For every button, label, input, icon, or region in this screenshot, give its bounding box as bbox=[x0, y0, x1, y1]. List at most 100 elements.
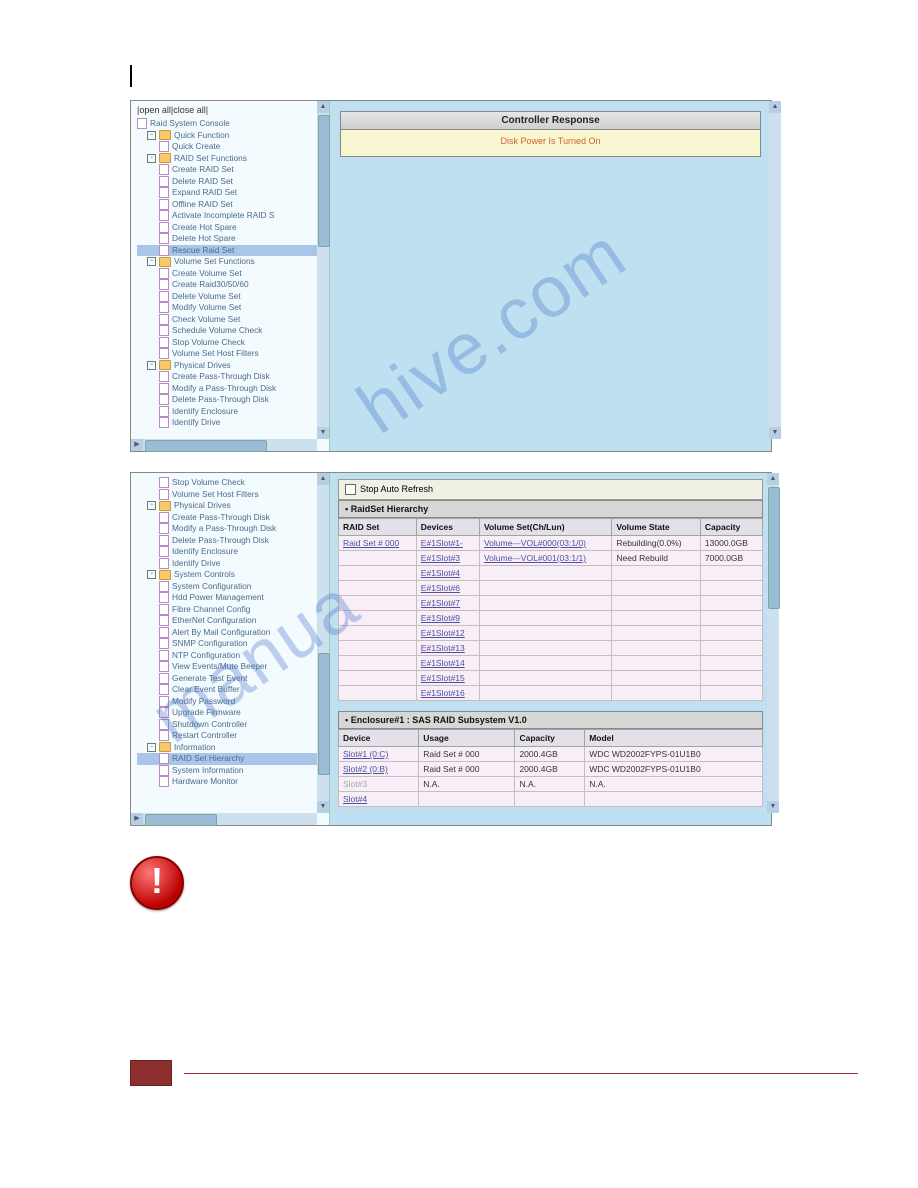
device-link[interactable]: E#1Slot#7 bbox=[421, 598, 460, 608]
tree-item[interactable]: System Configuration bbox=[137, 581, 325, 593]
device-link[interactable]: Slot#1 (0:C) bbox=[343, 749, 388, 759]
tree-item[interactable]: Delete Pass-Through Disk bbox=[137, 535, 325, 547]
collapse-icon[interactable]: − bbox=[147, 154, 156, 163]
collapse-icon[interactable]: − bbox=[147, 743, 156, 752]
tree-item[interactable]: Modify a Pass-Through Disk bbox=[137, 523, 325, 535]
vol-link[interactable]: Volume---VOL#000(03:1/0) bbox=[484, 538, 586, 548]
tree-item[interactable]: Delete Volume Set bbox=[137, 291, 325, 303]
device-link[interactable]: E#1Slot#6 bbox=[421, 583, 460, 593]
tree-item[interactable]: NTP Configuration bbox=[137, 650, 325, 662]
tree-root[interactable]: Raid System Console bbox=[150, 118, 230, 130]
device-link[interactable]: E#1Slot#14 bbox=[421, 658, 465, 668]
tree-item[interactable]: Hardware Monitor bbox=[137, 776, 325, 788]
tree-item[interactable]: Hdd Power Management bbox=[137, 592, 325, 604]
scroll-up-icon[interactable]: ▲ bbox=[769, 101, 781, 113]
device-link[interactable]: E#1Slot#15 bbox=[421, 673, 465, 683]
tree-item[interactable]: Offline RAID Set bbox=[137, 199, 325, 211]
scroll-up-icon[interactable]: ▲ bbox=[767, 473, 779, 485]
content-vscroll[interactable]: ▲ ▼ bbox=[769, 101, 781, 439]
device-link[interactable]: E#1Slot#3 bbox=[421, 553, 460, 563]
tree-item[interactable]: RAID Set Hierarchy bbox=[137, 753, 325, 765]
device-link[interactable]: E#1Slot#1- bbox=[421, 538, 463, 548]
scroll-down-icon[interactable]: ▼ bbox=[767, 801, 779, 813]
vscroll[interactable]: ▲ ▼ bbox=[317, 473, 329, 813]
tree-item[interactable]: Delete Hot Spare bbox=[137, 233, 325, 245]
tree-folder[interactable]: −Volume Set Functions bbox=[137, 256, 325, 268]
tree-item[interactable]: Clear Event Buffer bbox=[137, 684, 325, 696]
tree-folder[interactable]: −Quick Function bbox=[137, 130, 325, 142]
tree-folder[interactable]: −Physical Drives bbox=[137, 500, 325, 512]
tree-item[interactable]: Delete Pass-Through Disk bbox=[137, 394, 325, 406]
tree-item[interactable]: Check Volume Set bbox=[137, 314, 325, 326]
collapse-icon[interactable]: − bbox=[147, 131, 156, 140]
tree-item[interactable]: Modify Volume Set bbox=[137, 302, 325, 314]
tree-item[interactable]: View Events/Mute Beeper bbox=[137, 661, 325, 673]
tree-item[interactable]: EtherNet Configuration bbox=[137, 615, 325, 627]
tree-item[interactable]: Stop Volume Check bbox=[137, 477, 325, 489]
tree-item[interactable]: Modify Password bbox=[137, 696, 325, 708]
tree-item[interactable]: Identify Drive bbox=[137, 417, 325, 429]
tree-item[interactable]: Restart Controller bbox=[137, 730, 325, 742]
scroll-down-icon[interactable]: ▼ bbox=[317, 801, 329, 813]
scroll-right-icon[interactable]: ▶ bbox=[131, 813, 143, 825]
collapse-icon[interactable]: − bbox=[147, 361, 156, 370]
tree-item[interactable]: Identify Drive bbox=[137, 558, 325, 570]
tree-item[interactable]: Activate Incomplete RAID S bbox=[137, 210, 325, 222]
tree-item[interactable]: Modify a Pass-Through Disk bbox=[137, 383, 325, 395]
device-link[interactable]: E#1Slot#9 bbox=[421, 613, 460, 623]
tree-folder[interactable]: −Physical Drives bbox=[137, 360, 325, 372]
device-link[interactable]: E#1Slot#13 bbox=[421, 643, 465, 653]
tree-item[interactable]: Create Pass-Through Disk bbox=[137, 371, 325, 383]
scroll-down-icon[interactable]: ▼ bbox=[769, 427, 781, 439]
tree-item[interactable]: Alert By Mail Configuration bbox=[137, 627, 325, 639]
tree-item[interactable]: Create Pass-Through Disk bbox=[137, 512, 325, 524]
vscroll[interactable]: ▲ ▼ bbox=[317, 101, 329, 439]
device-link[interactable]: E#1Slot#12 bbox=[421, 628, 465, 638]
tree-item[interactable]: Identify Enclosure bbox=[137, 546, 325, 558]
tree-folder[interactable]: −System Controls bbox=[137, 569, 325, 581]
tree-item[interactable]: Fibre Channel Config bbox=[137, 604, 325, 616]
scroll-up-icon[interactable]: ▲ bbox=[317, 101, 329, 113]
scroll-down-icon[interactable]: ▼ bbox=[317, 427, 329, 439]
tree-item[interactable]: Stop Volume Check bbox=[137, 337, 325, 349]
tree-item[interactable]: Generate Test Event bbox=[137, 673, 325, 685]
tree-item[interactable]: Create Hot Spare bbox=[137, 222, 325, 234]
scroll-right-icon[interactable]: ▶ bbox=[131, 439, 143, 451]
hscroll[interactable]: ◀ ▶ bbox=[131, 439, 317, 451]
tree-item[interactable]: Shutdown Controller bbox=[137, 719, 325, 731]
tree-folder[interactable]: −RAID Set Functions bbox=[137, 153, 325, 165]
tree-item[interactable]: Rescue Raid Set bbox=[137, 245, 325, 257]
device-link[interactable]: Slot#2 (0:B) bbox=[343, 764, 388, 774]
checkbox-icon[interactable] bbox=[345, 484, 356, 495]
tree-item[interactable]: Identify Enclosure bbox=[137, 406, 325, 418]
stop-auto-refresh-row[interactable]: Stop Auto Refresh bbox=[338, 479, 763, 500]
raid-link[interactable]: Raid Set # 000 bbox=[343, 538, 399, 548]
tree-toggle-links[interactable]: |open all|close all| bbox=[137, 105, 325, 115]
tree-item[interactable]: Create Raid30/50/60 bbox=[137, 279, 325, 291]
hscroll[interactable]: ◀ ▶ bbox=[131, 813, 317, 825]
hscroll-thumb[interactable] bbox=[145, 814, 217, 826]
device-link[interactable]: Slot#4 bbox=[343, 794, 367, 804]
tree-item[interactable]: Quick Create bbox=[137, 141, 325, 153]
scroll-up-icon[interactable]: ▲ bbox=[317, 473, 329, 485]
content-vscroll[interactable]: ▲ ▼ bbox=[767, 473, 779, 813]
scroll-thumb[interactable] bbox=[768, 487, 780, 609]
tree-item[interactable]: Delete RAID Set bbox=[137, 176, 325, 188]
vol-link[interactable]: Volume---VOL#001(03:1/1) bbox=[484, 553, 586, 563]
scroll-thumb[interactable] bbox=[318, 115, 330, 247]
nav-tree[interactable]: Stop Volume CheckVolume Set Host Filters… bbox=[131, 473, 330, 825]
tree-folder[interactable]: −Information bbox=[137, 742, 325, 754]
collapse-icon[interactable]: − bbox=[147, 257, 156, 266]
tree-item[interactable]: System Information bbox=[137, 765, 325, 777]
device-link[interactable]: E#1Slot#16 bbox=[421, 688, 465, 698]
tree-item[interactable]: Create Volume Set bbox=[137, 268, 325, 280]
tree-item[interactable]: Expand RAID Set bbox=[137, 187, 325, 199]
device-link[interactable]: E#1Slot#4 bbox=[421, 568, 460, 578]
scroll-thumb[interactable] bbox=[318, 653, 330, 775]
tree-item[interactable]: Volume Set Host Filters bbox=[137, 489, 325, 501]
tree-item[interactable]: Upgrade Firmware bbox=[137, 707, 325, 719]
tree-item[interactable]: Create RAID Set bbox=[137, 164, 325, 176]
tree-item[interactable]: SNMP Configuration bbox=[137, 638, 325, 650]
hscroll-thumb[interactable] bbox=[145, 440, 267, 452]
collapse-icon[interactable]: − bbox=[147, 570, 156, 579]
